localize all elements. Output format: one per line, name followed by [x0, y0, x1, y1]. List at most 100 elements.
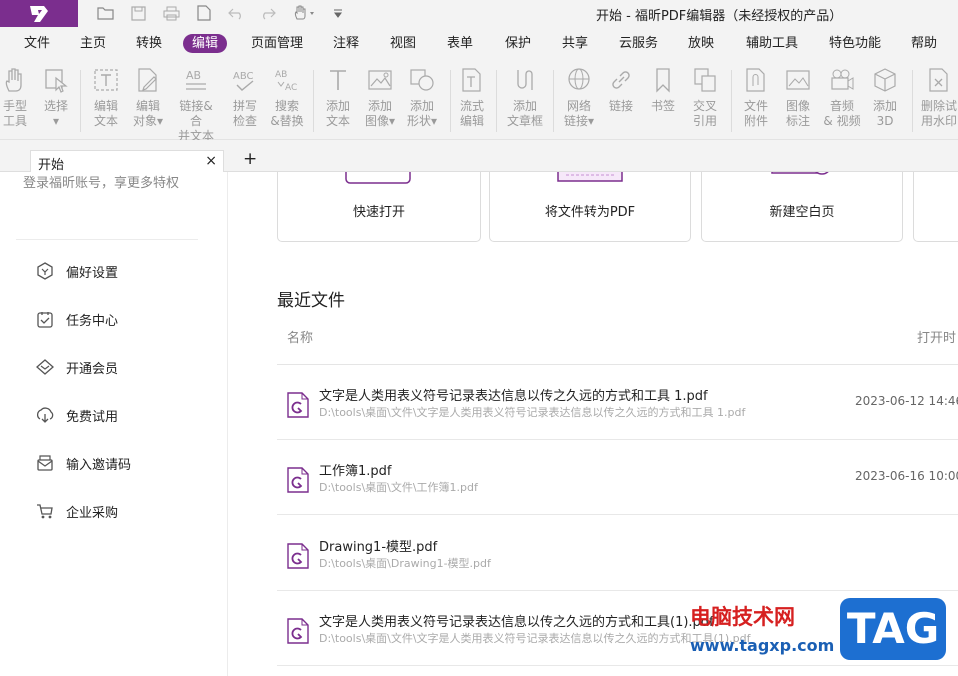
menu-bar: 文件 主页 转换 编辑 页面管理 注释 视图 表单 保护 共享 云服务 放映 辅…	[0, 27, 958, 58]
file-name: 文字是人类用表义符号记录表达信息以传之久远的方式和工具 1.pdf	[319, 389, 708, 404]
file-name: Drawing1-模型.pdf	[319, 540, 438, 555]
ribbon-toolbar: 手型 工具 选择 ▾ 编辑 文本 编辑 对象▾ AB 链接&合 并文本 ABC …	[0, 58, 958, 143]
file-open-time: 2023-06-16 10:00	[855, 469, 958, 483]
convert-to-pdf-card[interactable]: 将文件转为PDF	[489, 172, 691, 242]
menu-view[interactable]: 视图	[390, 34, 416, 53]
menu-protect[interactable]: 保护	[505, 34, 531, 53]
add-image-icon	[368, 70, 392, 90]
sidebar-item-enterprise-purchase[interactable]: 企业采购	[36, 500, 118, 522]
close-icon[interactable]: ×	[205, 153, 217, 169]
ribbon-label: 添加 形状▾	[406, 99, 438, 128]
more-actions-card[interactable]	[913, 172, 958, 242]
edit-text-button[interactable]: 编辑 文本	[87, 66, 125, 129]
edit-text-icon	[94, 69, 118, 91]
add-shape-button[interactable]: 添加 形状▾	[403, 66, 441, 129]
add-article-box-icon	[517, 70, 533, 90]
svg-text:AB: AB	[275, 70, 287, 80]
menu-share[interactable]: 共享	[562, 34, 588, 53]
spell-check-icon: ABC	[233, 71, 254, 91]
search-replace-button[interactable]: AB AC 搜索 &替换	[268, 66, 306, 129]
column-header-name[interactable]: 名称	[287, 327, 313, 346]
sidebar-item-label: 偏好设置	[66, 265, 119, 281]
add-image-button[interactable]: 添加 图像▾	[361, 66, 399, 129]
document-tab-bar: 开始 ×	[0, 140, 958, 173]
open-folder-illustration-icon	[345, 172, 411, 184]
menu-file[interactable]: 文件	[24, 34, 50, 53]
file-attachment-button[interactable]: 文件 附件	[737, 66, 775, 129]
sidebar-item-invite-code[interactable]: 输入邀请码	[36, 452, 131, 474]
hand-tool-button[interactable]: 手型 工具	[0, 66, 34, 129]
remove-watermark-button[interactable]: 删除试 用水印	[918, 66, 958, 129]
audio-video-button[interactable]: 音频 & 视频	[820, 66, 864, 129]
menu-accessibility-tools[interactable]: 辅助工具	[746, 34, 798, 53]
menu-form[interactable]: 表单	[447, 34, 473, 53]
invite-code-icon	[37, 455, 53, 471]
add-3d-button[interactable]: 添加 3D	[866, 66, 904, 129]
quick-open-card[interactable]: 快速打开	[277, 172, 481, 242]
svg-text:AB: AB	[186, 69, 201, 82]
select-button[interactable]: 选择 ▾	[37, 66, 75, 129]
print-icon[interactable]	[161, 3, 181, 23]
free-trial-icon	[36, 407, 54, 423]
tab-start[interactable]: 开始 ×	[30, 150, 224, 173]
add-article-box-button[interactable]: 添加 文章框	[504, 66, 546, 129]
new-blank-page-card[interactable]: 新建空白页	[701, 172, 903, 242]
add-text-icon	[330, 70, 346, 90]
sidebar-item-membership[interactable]: 开通会员	[36, 356, 118, 378]
column-header-open-time[interactable]: 打开时	[917, 327, 956, 346]
menu-comment[interactable]: 注释	[333, 34, 359, 53]
ribbon-separator	[313, 70, 314, 132]
menu-cloud-service[interactable]: 云服务	[619, 34, 658, 53]
flow-edit-button[interactable]: 流式 编辑	[453, 66, 491, 129]
link-button[interactable]: 链接	[602, 66, 640, 114]
sidebar-item-label: 任务中心	[66, 313, 119, 329]
convert-to-pdf-label: 将文件转为PDF	[544, 205, 636, 220]
cross-reference-button[interactable]: 交叉 引用	[686, 66, 724, 129]
file-path: D:\tools\桌面\Drawing1-模型.pdf	[319, 557, 491, 570]
bookmark-button[interactable]: 书签	[644, 66, 682, 114]
recent-file-row[interactable]: Drawing1-模型.pdf D:\tools\桌面\Drawing1-模型.…	[277, 516, 958, 591]
edit-object-button[interactable]: 编辑 对象▾	[129, 66, 167, 129]
login-hint-link[interactable]: 登录福昕账号，享更多特权	[23, 172, 179, 191]
foxit-logo-icon	[30, 5, 48, 22]
menu-edit[interactable]: 编辑	[183, 34, 228, 53]
open-folder-icon[interactable]	[95, 3, 115, 23]
app-logo[interactable]	[0, 0, 78, 27]
ribbon-separator	[80, 70, 81, 132]
add-text-button[interactable]: 添加 文本	[319, 66, 357, 129]
hand-tool-dropdown-icon[interactable]	[292, 3, 318, 23]
menu-special-features[interactable]: 特色功能	[829, 34, 881, 53]
recent-file-row[interactable]: 工作簿1.pdf D:\tools\桌面\文件\工作簿1.pdf 2023-06…	[277, 440, 958, 515]
sidebar-item-preferences[interactable]: 偏好设置	[36, 260, 118, 282]
web-link-button[interactable]: 网络 链接▾	[558, 66, 600, 129]
menu-slideshow[interactable]: 放映	[688, 34, 714, 53]
image-annotation-button[interactable]: 图像 标注	[779, 66, 817, 129]
ribbon-label: 编辑 对象▾	[132, 99, 164, 128]
sidebar-item-task-center[interactable]: 任务中心	[36, 308, 118, 330]
menu-help[interactable]: 帮助	[911, 34, 937, 53]
link-icon	[612, 71, 630, 89]
quick-open-label: 快速打开	[352, 205, 405, 220]
preferences-icon	[37, 262, 53, 280]
new-document-icon[interactable]	[194, 3, 214, 23]
recent-file-row[interactable]: 文字是人类用表义符号记录表达信息以传之久远的方式和工具 1.pdf D:\too…	[277, 365, 958, 440]
link-merge-text-button[interactable]: AB 链接&合 并文本	[174, 66, 218, 144]
ribbon-label: 链接	[608, 99, 633, 113]
menu-page-management[interactable]: 页面管理	[251, 34, 303, 53]
ribbon-label: 拼写 检查	[232, 99, 257, 128]
sidebar-item-label: 输入邀请码	[66, 457, 132, 473]
search-replace-icon: AB AC	[275, 70, 297, 93]
menu-home[interactable]: 主页	[80, 34, 106, 53]
save-icon[interactable]	[128, 3, 148, 23]
sidebar-item-label: 开通会员	[66, 361, 119, 377]
spell-check-button[interactable]: ABC 拼写 检查	[226, 66, 264, 129]
sidebar-item-free-trial[interactable]: 免费试用	[36, 404, 118, 426]
file-name: 文字是人类用表义符号记录表达信息以传之久远的方式和工具(1).pdf	[319, 615, 714, 630]
undo-icon[interactable]	[226, 3, 246, 23]
menu-convert[interactable]: 转换	[136, 34, 162, 53]
customize-toolbar-icon[interactable]	[328, 3, 348, 23]
redo-icon[interactable]	[258, 3, 278, 23]
new-tab-button[interactable]: +	[243, 149, 257, 169]
flow-edit-icon	[462, 68, 481, 92]
pdf-file-icon	[287, 618, 309, 644]
